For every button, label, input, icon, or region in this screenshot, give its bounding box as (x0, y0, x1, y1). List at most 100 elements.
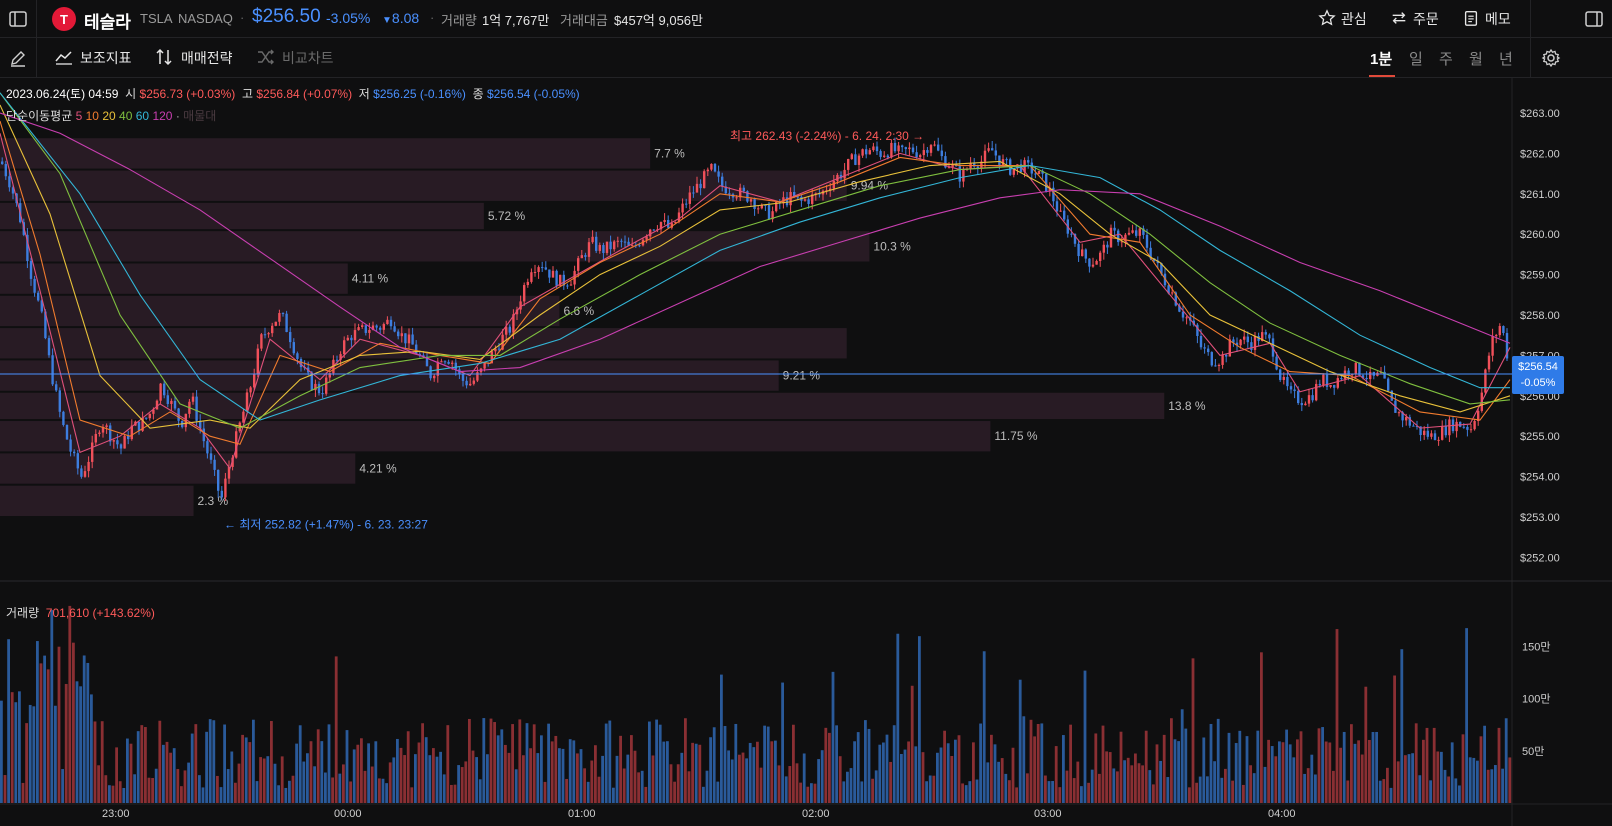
candle-body (969, 163, 972, 169)
volume-bar (1508, 757, 1512, 803)
left-panel-toggle-icon[interactable] (6, 7, 30, 31)
volume-bar (1173, 739, 1177, 803)
volume-bar (313, 766, 316, 803)
candle-body (343, 340, 346, 355)
candle-body (375, 325, 378, 328)
volume-bar (975, 779, 979, 803)
candle-body (1279, 369, 1282, 380)
volume-profile-label: 10.3 % (873, 239, 911, 253)
volume-bar (1422, 739, 1425, 803)
volume-bar (406, 731, 410, 803)
volume-bar (370, 766, 374, 803)
price-chart[interactable]: 7.7 %9.94 %5.72 %10.3 %4.11 %6.6 %9.21 %… (0, 78, 1612, 826)
volume-bar (1245, 736, 1249, 803)
volume-bar (1386, 767, 1389, 803)
volume-bar (1126, 757, 1130, 803)
candle-body (1077, 243, 1080, 257)
volume-bar (867, 728, 871, 803)
candle-body (206, 441, 209, 454)
volume-bar (1094, 733, 1098, 803)
volume-profile-label: 4.11 % (352, 272, 389, 286)
volume-bar (946, 743, 950, 803)
moving-average-legend[interactable]: 단순이동평균 5 10 20 40 60 120 · 매물대 (6, 107, 216, 124)
candle-body (1171, 292, 1174, 294)
candle-body (8, 176, 11, 188)
volume-bar (666, 741, 669, 803)
volume-bar (511, 724, 514, 803)
candle-body (1466, 426, 1469, 430)
memo-label: 메모 (1485, 11, 1511, 27)
period-year[interactable]: 년 (1499, 48, 1513, 69)
candle-body (397, 331, 400, 337)
memo-button[interactable]: 메모 (1462, 6, 1511, 32)
volume-bar (378, 778, 381, 803)
volume-bar (540, 735, 543, 803)
volume-profile-label: 13.8 % (1168, 399, 1206, 413)
period-week[interactable]: 주 (1439, 48, 1453, 69)
candle-body (1034, 173, 1037, 175)
volume-bar (900, 754, 903, 803)
period-month[interactable]: 월 (1469, 48, 1483, 69)
candle-body (1495, 335, 1498, 337)
volume-bar (489, 718, 493, 803)
candle-body (757, 208, 760, 210)
volume-bar (954, 739, 957, 803)
volume-bar (1267, 739, 1270, 803)
volume-value: 1억 7,767만 (482, 13, 550, 28)
candle-body (1286, 376, 1289, 387)
indicators-button[interactable]: 보조지표 (54, 46, 132, 70)
volume-bar (75, 681, 79, 803)
volume-bar (1357, 740, 1360, 803)
order-button[interactable]: 주문 (1390, 6, 1439, 32)
candle-body (91, 442, 94, 462)
volume-bar (1238, 730, 1242, 803)
volume-bar (320, 741, 324, 803)
volume-bar (212, 720, 216, 803)
candle-body (1365, 377, 1368, 380)
volume-bar (939, 747, 943, 803)
volume-bar (1400, 649, 1404, 803)
separator-dot: · (240, 10, 245, 25)
candle-body (1430, 433, 1433, 437)
volume-bar (1177, 741, 1180, 803)
candle-body (850, 154, 853, 160)
volume-tick-label: 100만 (1522, 693, 1550, 706)
candle-body (1185, 317, 1188, 319)
candle-body (1282, 376, 1285, 380)
volume-bar (655, 719, 658, 803)
candle-body (843, 169, 846, 179)
period-1min[interactable]: 1분 (1370, 48, 1392, 69)
volume-bar (1058, 787, 1062, 803)
volume-bar (208, 719, 212, 803)
candle-body (767, 204, 771, 220)
volume-bar (1040, 723, 1044, 803)
candle-body (1491, 335, 1494, 356)
volume-bar (1346, 780, 1350, 803)
candle-body (919, 155, 922, 158)
candle-body (166, 395, 169, 404)
compare-chart-button[interactable]: 비교차트 (256, 46, 334, 70)
volume-bar (1180, 709, 1184, 803)
right-panel-toggle-icon[interactable] (1582, 7, 1606, 31)
candle-body (393, 326, 396, 332)
x-tick-label: 00:00 (334, 808, 362, 820)
strategy-button[interactable]: 매매전략 (155, 46, 233, 70)
candle-body (904, 147, 907, 150)
volume-bar (874, 770, 878, 803)
candle-body (688, 192, 691, 204)
candle-body (584, 255, 587, 257)
watchlist-button[interactable]: 관심 (1318, 6, 1367, 32)
volume-bar (100, 721, 104, 803)
volume-bar (1033, 736, 1036, 803)
pencil-icon[interactable] (8, 48, 28, 68)
period-day[interactable]: 일 (1409, 48, 1423, 69)
volume-bar (118, 781, 122, 803)
volume-bar (536, 753, 540, 803)
volume-bar (691, 742, 694, 803)
candle-body (1099, 252, 1102, 262)
candle-body (267, 333, 270, 335)
settings-gear-icon[interactable] (1541, 48, 1561, 68)
volume-bar (439, 751, 442, 803)
candle-body (937, 144, 940, 151)
volume-bar (1184, 728, 1188, 803)
